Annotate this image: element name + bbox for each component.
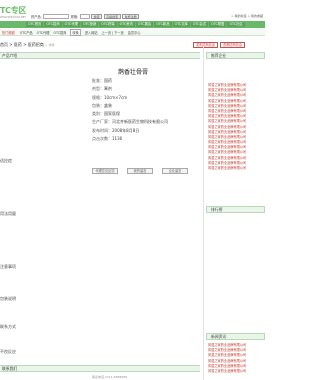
sub-nav-link[interactable]: 上一页 | 下一页: [102, 30, 124, 35]
logo-text: TC专区: [0, 6, 27, 15]
list-item[interactable]: 风湿之家药业品牌有限公司: [208, 353, 246, 358]
info-row-date: 发布时间：2008年8月8日: [92, 127, 140, 133]
switch-button[interactable]: 转换: [70, 28, 81, 36]
top-actions: 发布招商信息 查看招商信息: [193, 42, 245, 48]
top-links[interactable]: > 我的标签 > 我的收藏: [231, 14, 263, 18]
nav-item-shequ[interactable]: OTC社区: [227, 22, 245, 27]
hot-label: 热门频道: [2, 30, 15, 35]
label-notes: 注意事项: [0, 264, 16, 269]
nav-item-daili[interactable]: OTC代理: [62, 22, 80, 27]
column-divider: [203, 46, 204, 380]
section-ranking: 排行榜: [206, 206, 265, 213]
list-item[interactable]: 风湿之家药业品牌有限公司: [208, 119, 246, 124]
breadcrumb: 首页 > 医药 > 医药招商 > 详情: [0, 42, 55, 48]
site-logo[interactable]: TC专区 WWW.ZHUOYAO.NET: [0, 5, 30, 21]
info-row-spec: 规格：10cm×7cm: [92, 94, 128, 100]
sub-nav-link[interactable]: 进入网站: [85, 30, 98, 35]
search-label-product: 药产品:: [31, 15, 42, 19]
list-item[interactable]: 风湿之家药业品牌有限公司: [208, 166, 246, 171]
nav-item-zhongduan[interactable]: OTC终端: [99, 22, 117, 27]
breadcrumb-path[interactable]: 首页 > 医药 > 医药招商: [0, 42, 44, 47]
sub-nav: 热门频道 OTC产品 OTC代理 OTC招商 转换 进入网站 上一页 | 下一页…: [0, 28, 265, 36]
list-item[interactable]: 风湿之家药业品牌有限公司: [208, 369, 246, 374]
info-row-category: 类别：国家医保: [92, 111, 120, 117]
breadcrumb-current: > 详情: [45, 43, 55, 47]
list-item[interactable]: 风湿之家药业品牌有限公司: [208, 99, 246, 104]
nav-item-yingxiao[interactable]: OTC营销: [80, 22, 99, 27]
company-message-button[interactable]: 企业留言: [162, 168, 188, 174]
news-list: 风湿之家药业品牌有限公司 风湿之家药业品牌有限公司 风湿之家药业品牌有限公司 风…: [208, 343, 246, 374]
info-row-form: 剂型：膏剂: [92, 86, 112, 92]
product-info: 批准：国药 剂型：膏剂 规格：10cm×7cm 包装：盒装 类别：国家医保 生产…: [92, 77, 168, 143]
sub-nav-item[interactable]: OTC招商: [54, 30, 67, 35]
list-item[interactable]: 风湿之家药业品牌有限公司: [208, 359, 246, 364]
spec-input[interactable]: [79, 14, 90, 19]
nav-item-home[interactable]: OTC首页: [26, 22, 44, 27]
label-contact: 联系方式: [0, 324, 16, 329]
sub-nav-link[interactable]: 会员中心: [128, 30, 141, 35]
nav-item-zhanhui[interactable]: OTC展会: [135, 22, 154, 27]
nav-item-zhaoshang[interactable]: OTC招商: [44, 22, 62, 27]
feedback-button[interactable]: 代理意见反馈: [92, 168, 118, 174]
recommended-list: 风湿之家药业品牌有限公司 风湿之家药业品牌有限公司 风湿之家药业品牌有限公司 风…: [208, 83, 246, 171]
info-row-clicks: 点击次数：1136: [92, 136, 123, 142]
nav-item-zixun[interactable]: OTC资讯: [117, 22, 135, 27]
main-nav: OTC首页 OTC招商 OTC代理 OTC营销 OTC终端 OTC资讯 OTC展…: [0, 21, 265, 28]
search-input[interactable]: [43, 14, 70, 19]
info-row-approval: 批准：国药: [92, 78, 112, 83]
product-actions: 代理意见反馈 我的留言 企业留言: [92, 168, 188, 174]
list-item[interactable]: 风湿之家药业品牌有限公司: [208, 150, 246, 155]
sub-nav-item[interactable]: OTC产品: [20, 30, 33, 35]
section-recommended: 推荐企业: [206, 52, 265, 59]
section-product-intro: 产品介绍: [0, 52, 200, 59]
search-bar: 药产品: 规格: 搜索 高级搜索 免费注册: [31, 13, 140, 20]
sub-nav-item[interactable]: OTC代理: [37, 30, 50, 35]
label-indications: 适应症: [0, 158, 12, 163]
product-title: 鹊香壮骨膏: [118, 69, 149, 76]
advanced-search-button[interactable]: 高级搜索: [103, 14, 121, 19]
list-item[interactable]: 风湿之家药业品牌有限公司: [208, 125, 246, 130]
nav-item-lianmeng[interactable]: OTC联盟: [209, 22, 227, 27]
info-row-package: 包装：盒装: [92, 102, 112, 108]
view-button[interactable]: 查看招商信息: [220, 42, 245, 48]
footer-text: 联系电话 0311-8888888: [92, 375, 128, 379]
label-side-effects: 不良反应: [0, 349, 16, 354]
label-package: 包装说明: [0, 296, 16, 301]
message-button[interactable]: 我的留言: [127, 168, 153, 174]
list-item[interactable]: 风湿之家药业品牌有限公司: [208, 93, 246, 98]
nav-item-huiyuan[interactable]: OTC会员: [190, 22, 209, 27]
nav-item-wenku[interactable]: OTC文库: [172, 22, 190, 27]
publish-button[interactable]: 发布招商信息: [193, 42, 218, 48]
section-contact: 联系我们: [0, 365, 200, 372]
section-news: 新闻资讯: [206, 333, 265, 340]
nav-item-xinpin[interactable]: OTC新品: [154, 22, 172, 27]
product-image: [20, 78, 84, 148]
search-label-spec: 规格:: [70, 15, 79, 19]
register-button[interactable]: 免费注册: [122, 14, 140, 19]
label-usage: 用法用量: [0, 211, 16, 216]
logo-subtitle: WWW.ZHUOYAO.NET: [0, 16, 26, 19]
info-row-manufacturer: 生产厂家：河北齐新医药生物科技有限公司: [92, 119, 168, 125]
search-button[interactable]: 搜索: [91, 14, 103, 19]
